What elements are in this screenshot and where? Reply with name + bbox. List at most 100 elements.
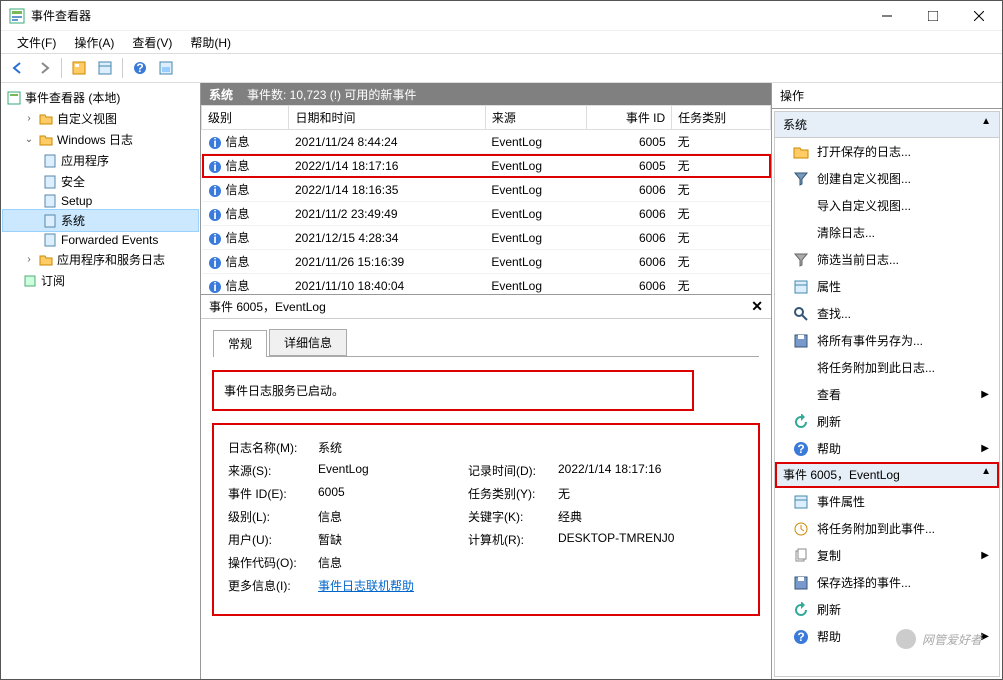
action-label: 将任务附加到此事件... — [817, 520, 935, 537]
label-moreinfo: 更多信息(I): — [228, 577, 318, 594]
menu-view[interactable]: 查看(V) — [124, 32, 180, 53]
action-copy[interactable]: 复制 ▶ — [775, 542, 999, 569]
tree-custom-views[interactable]: ›自定义视图 — [3, 108, 198, 129]
minimize-button[interactable] — [864, 1, 910, 31]
help-icon: ? — [793, 441, 809, 457]
expand-icon[interactable]: › — [23, 113, 35, 124]
properties-button[interactable] — [94, 57, 116, 79]
svg-text:i: i — [213, 160, 216, 174]
submenu-arrow-icon: ▶ — [981, 550, 989, 561]
actions-head-system[interactable]: 系统▲ — [775, 112, 999, 138]
action-help[interactable]: ?帮助▶ — [775, 435, 999, 462]
table-row[interactable]: i信息2021/11/24 8:44:24EventLog6005无 — [202, 130, 771, 154]
table-row[interactable]: i信息2021/11/2 23:49:49EventLog6006无 — [202, 202, 771, 226]
action-label: 打开保存的日志... — [817, 143, 911, 160]
help-button[interactable]: ? — [129, 57, 151, 79]
value-logged: 2022/1/14 18:17:16 — [558, 462, 661, 479]
menu-action[interactable]: 操作(A) — [66, 32, 122, 53]
tree-label: Forwarded Events — [61, 233, 158, 247]
action-help-2[interactable]: ?帮助▶ — [775, 623, 999, 650]
refresh-icon — [793, 414, 809, 430]
back-button[interactable] — [7, 57, 29, 79]
link-online-help[interactable]: 事件日志联机帮助 — [318, 577, 414, 594]
actions-title: 操作 — [772, 83, 1002, 109]
table-row[interactable]: i信息2022/1/14 18:17:16EventLog6005无 — [202, 154, 771, 178]
col-level[interactable]: 级别 — [202, 106, 289, 130]
blank-icon — [793, 198, 809, 214]
action-filter-log[interactable]: 筛选当前日志... — [775, 246, 999, 273]
menu-bar: 文件(F) 操作(A) 查看(V) 帮助(H) — [1, 31, 1002, 53]
col-datetime[interactable]: 日期和时间 — [289, 106, 485, 130]
blank-icon — [793, 225, 809, 241]
action-attach-task-event[interactable]: 将任务附加到此事件... — [775, 515, 999, 542]
action-label: 创建自定义视图... — [817, 170, 911, 187]
tree-windows-logs[interactable]: ⌄Windows 日志 — [3, 129, 198, 150]
tree-label: 应用程序和服务日志 — [57, 251, 165, 268]
tree-application[interactable]: 应用程序 — [3, 150, 198, 171]
action-clear-log[interactable]: 清除日志... — [775, 219, 999, 246]
tab-general[interactable]: 常规 — [213, 330, 267, 357]
action-refresh-2[interactable]: 刷新 — [775, 596, 999, 623]
filter-icon — [793, 252, 809, 268]
action-open-saved-log[interactable]: 打开保存的日志... — [775, 138, 999, 165]
tree-subscriptions[interactable]: 订阅 — [3, 270, 198, 291]
open-icon — [793, 144, 809, 160]
tree-root[interactable]: 事件查看器 (本地) — [3, 87, 198, 108]
label-taskcat: 任务类别(Y): — [468, 485, 558, 502]
label-opcode: 操作代码(O): — [228, 554, 318, 571]
svg-text:i: i — [213, 208, 216, 222]
tree-label: 安全 — [61, 173, 85, 190]
expand-icon[interactable]: › — [23, 254, 35, 265]
action-refresh[interactable]: 刷新 — [775, 408, 999, 435]
action-view[interactable]: 查看▶ — [775, 381, 999, 408]
col-taskcat[interactable]: 任务类别 — [672, 106, 771, 130]
menu-file[interactable]: 文件(F) — [9, 32, 64, 53]
collapse-icon[interactable]: ⌄ — [23, 134, 35, 145]
copy-icon — [793, 548, 809, 564]
action-save-selected[interactable]: 保存选择的事件... — [775, 569, 999, 596]
value-eventid: 6005 — [318, 485, 468, 502]
action-attach-task-log[interactable]: 将任务附加到此日志... — [775, 354, 999, 381]
action-label: 查找... — [817, 305, 851, 322]
table-row[interactable]: i信息2021/11/10 18:40:04EventLog6006无 — [202, 274, 771, 296]
close-button[interactable] — [956, 1, 1002, 31]
value-opcode: 信息 — [318, 554, 468, 571]
forward-button[interactable] — [33, 57, 55, 79]
table-row[interactable]: i信息2021/12/15 4:28:34EventLog6006无 — [202, 226, 771, 250]
event-grid[interactable]: 级别 日期和时间 来源 事件 ID 任务类别 i信息2021/11/24 8:4… — [201, 105, 771, 295]
menu-help[interactable]: 帮助(H) — [182, 32, 239, 53]
action-label: 复制 — [817, 547, 841, 564]
tab-details[interactable]: 详细信息 — [269, 329, 347, 356]
folder-icon — [39, 253, 53, 267]
action-create-custom-view[interactable]: 创建自定义视图... — [775, 165, 999, 192]
action-find[interactable]: 查找... — [775, 300, 999, 327]
detail-close-button[interactable]: ✕ — [751, 298, 763, 315]
preview-button[interactable] — [155, 57, 177, 79]
action-import-custom-view[interactable]: 导入自定义视图... — [775, 192, 999, 219]
svg-text:i: i — [213, 184, 216, 198]
value-computer: DESKTOP-TMRENJ0 — [558, 531, 674, 548]
label-keywords: 关键字(K): — [468, 508, 558, 525]
header-category: 系统 — [209, 86, 233, 103]
tree-system[interactable]: 系统 — [3, 210, 198, 231]
col-source[interactable]: 来源 — [485, 106, 587, 130]
tree-security[interactable]: 安全 — [3, 171, 198, 192]
tree-app-services[interactable]: › 应用程序和服务日志 — [3, 249, 198, 270]
action-label: 清除日志... — [817, 224, 875, 241]
collapse-icon: ▲ — [981, 466, 991, 483]
action-event-properties[interactable]: 事件属性 — [775, 488, 999, 515]
tree-setup[interactable]: Setup — [3, 192, 198, 210]
col-eventid[interactable]: 事件 ID — [587, 106, 672, 130]
maximize-button[interactable] — [910, 1, 956, 31]
table-row[interactable]: i信息2021/11/26 15:16:39EventLog6006无 — [202, 250, 771, 274]
tree-forwarded[interactable]: Forwarded Events — [3, 231, 198, 249]
actions-head-event[interactable]: 事件 6005，EventLog▲ — [775, 462, 999, 488]
table-row[interactable]: i信息2022/1/14 18:16:35EventLog6006无 — [202, 178, 771, 202]
navigation-tree[interactable]: 事件查看器 (本地) ›自定义视图 ⌄Windows 日志 应用程序 安全 Se… — [1, 83, 201, 679]
actions-head-label: 系统 — [783, 116, 807, 133]
action-save-all-events[interactable]: 将所有事件另存为... — [775, 327, 999, 354]
submenu-arrow-icon: ▶ — [981, 389, 989, 400]
show-tree-button[interactable] — [68, 57, 90, 79]
action-properties[interactable]: 属性 — [775, 273, 999, 300]
svg-text:i: i — [213, 280, 216, 294]
